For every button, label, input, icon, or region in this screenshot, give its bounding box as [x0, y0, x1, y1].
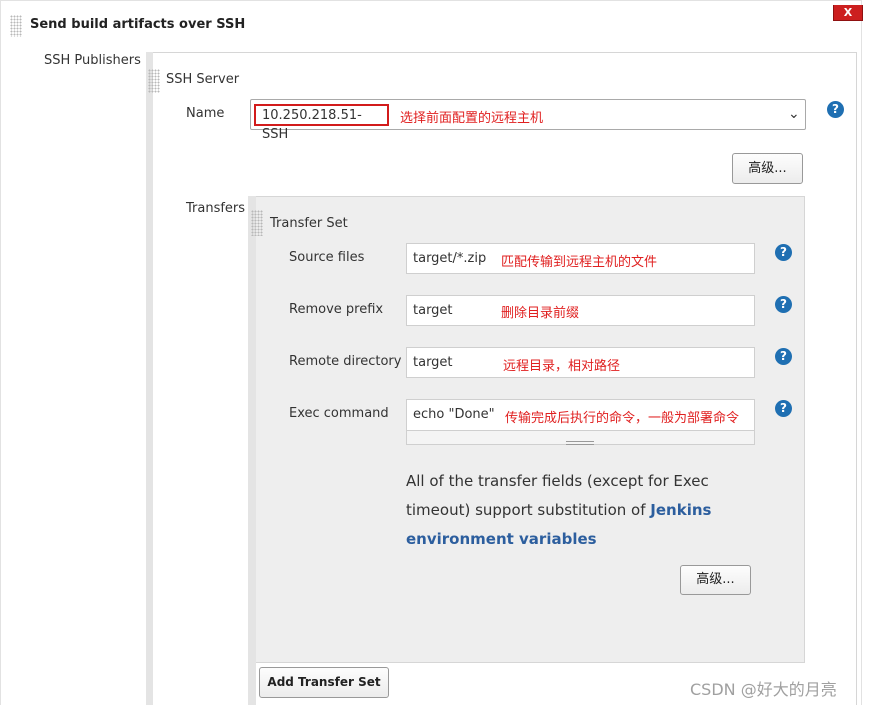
source-files-label: Source files — [289, 250, 365, 265]
chevron-down-icon: ⌄ — [788, 106, 800, 122]
remove-prefix-input[interactable]: target — [406, 295, 755, 326]
transfer-set-panel-border — [248, 196, 256, 705]
transfers-label: Transfers — [186, 201, 246, 216]
remove-prefix-annotation: 删除目录前缀 — [501, 306, 580, 321]
source-files-help-icon[interactable]: ? — [775, 244, 792, 261]
section-title: Send build artifacts over SSH — [30, 17, 246, 32]
watermark: CSDN @好大的月亮 — [690, 680, 837, 699]
transfer-set-drag-handle-icon[interactable] — [251, 210, 263, 236]
transfer-set-advanced-button[interactable]: 高级... — [680, 565, 751, 595]
source-files-value: target/*.zip — [413, 251, 487, 266]
delete-step-button[interactable]: X — [833, 5, 863, 21]
remove-prefix-label: Remove prefix — [289, 302, 384, 317]
remote-directory-label: Remote directory — [289, 354, 402, 369]
ssh-publishers-label: SSH Publishers — [44, 53, 141, 68]
resize-handle-icon[interactable] — [566, 441, 594, 445]
help-icon[interactable]: ? — [827, 101, 844, 118]
substitution-info: All of the transfer fields (except for E… — [406, 467, 766, 554]
name-annotation: 选择前面配置的远程主机 — [400, 111, 544, 126]
ssh-server-header: SSH Server — [166, 72, 240, 87]
exec-command-annotation: 传输完成后执行的命令，一般为部署命令 — [505, 411, 740, 426]
ssh-server-selected-value: 10.250.218.51-SSH — [254, 104, 389, 142]
transfer-set-header: Transfer Set — [270, 216, 348, 231]
source-files-annotation: 匹配传输到远程主机的文件 — [501, 255, 658, 270]
ssh-server-advanced-button[interactable]: 高级... — [732, 153, 803, 184]
exec-command-value: echo "Done" — [413, 407, 495, 422]
add-transfer-set-button[interactable]: Add Transfer Set — [259, 667, 389, 698]
remove-prefix-value: target — [413, 303, 453, 318]
exec-command-label: Exec command — [289, 406, 389, 421]
drag-handle-icon[interactable] — [10, 15, 22, 37]
ssh-server-drag-handle-icon[interactable] — [148, 69, 160, 93]
exec-command-help-icon[interactable]: ? — [775, 400, 792, 417]
remove-prefix-help-icon[interactable]: ? — [775, 296, 792, 313]
remote-directory-help-icon[interactable]: ? — [775, 348, 792, 365]
remote-directory-value: target — [413, 355, 453, 370]
ssh-server-panel-border — [146, 52, 153, 705]
remote-directory-annotation: 远程目录，相对路径 — [503, 359, 621, 374]
name-label: Name — [186, 106, 225, 121]
